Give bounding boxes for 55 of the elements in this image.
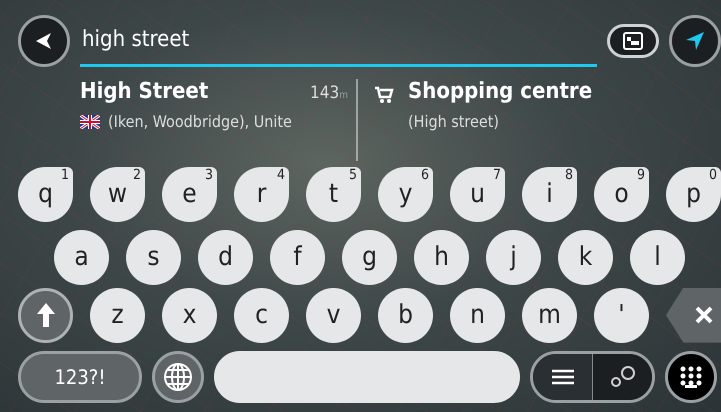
shopping-cart-icon bbox=[374, 85, 394, 105]
keyboard-key[interactable]: u 7 bbox=[450, 166, 505, 222]
keyboard-key[interactable]: y 6 bbox=[378, 166, 433, 222]
keyboard-key[interactable]: j bbox=[486, 230, 541, 285]
keyboard-key[interactable]: c bbox=[234, 288, 289, 343]
keyboard-key[interactable]: g bbox=[342, 230, 397, 285]
keyboard-key[interactable]: n bbox=[450, 288, 505, 343]
keyboard-key[interactable]: k bbox=[558, 230, 613, 285]
keyboard-key[interactable]: t 5 bbox=[306, 166, 361, 222]
keyboard-key[interactable]: m bbox=[522, 288, 577, 343]
distance-label: 143m bbox=[310, 83, 348, 103]
keyboard-key[interactable]: o 9 bbox=[594, 166, 649, 222]
shift-key[interactable] bbox=[18, 288, 73, 343]
navigation-button[interactable] bbox=[669, 15, 721, 67]
globe-icon bbox=[163, 362, 193, 392]
keyboard-key[interactable]: f bbox=[270, 230, 325, 285]
search-result[interactable]: Shopping centre (High street) bbox=[358, 79, 658, 161]
close-icon bbox=[695, 306, 713, 324]
keyboard-key[interactable]: e 3 bbox=[162, 166, 217, 222]
map-icon bbox=[623, 32, 643, 50]
result-address: (Iken, Woodbridge), Unite bbox=[108, 112, 292, 131]
backspace-key[interactable] bbox=[666, 288, 721, 343]
keyboard-key[interactable]: r 4 bbox=[234, 166, 289, 222]
list-view-tab[interactable] bbox=[533, 354, 593, 400]
keyboard-key[interactable]: x bbox=[162, 288, 217, 343]
keyboard-key[interactable]: v bbox=[306, 288, 361, 343]
symbols-key[interactable]: 123?! bbox=[18, 351, 142, 404]
back-button[interactable] bbox=[18, 15, 70, 67]
search-field[interactable]: high street bbox=[80, 15, 597, 67]
result-category: (High street) bbox=[408, 112, 500, 131]
list-icon bbox=[550, 368, 574, 386]
keyboard-key[interactable]: s bbox=[126, 230, 181, 285]
keyboard-key[interactable]: i 8 bbox=[522, 166, 577, 222]
navigation-arrow-icon bbox=[684, 30, 706, 52]
up-arrow-icon bbox=[36, 302, 56, 328]
hide-keyboard-key[interactable] bbox=[665, 351, 717, 404]
keyboard-key[interactable]: w 2 bbox=[90, 166, 145, 222]
keyboard-key[interactable]: b bbox=[378, 288, 433, 343]
map-view-button[interactable] bbox=[607, 24, 659, 58]
keyboard-key[interactable]: ' bbox=[594, 288, 649, 343]
pins-icon bbox=[610, 365, 636, 390]
keyboard-key[interactable]: q 1 bbox=[18, 166, 73, 222]
keyboard-key[interactable]: z bbox=[90, 288, 145, 343]
keyboard-key[interactable]: a bbox=[54, 230, 109, 285]
language-key[interactable] bbox=[152, 351, 204, 404]
keyboard-key[interactable]: h bbox=[414, 230, 469, 285]
flag-icon bbox=[80, 114, 100, 128]
search-result[interactable]: High Street 143m (Iken, Woodbridge), Unite bbox=[80, 79, 358, 161]
keyboard-icon bbox=[678, 364, 704, 390]
result-title: Shopping centre bbox=[408, 79, 592, 104]
keyboard-key[interactable]: p 0 bbox=[666, 166, 721, 222]
result-title: High Street bbox=[80, 79, 208, 104]
keyboard-key[interactable]: l bbox=[630, 230, 685, 285]
keyboard-key[interactable]: d bbox=[198, 230, 253, 285]
space-key[interactable] bbox=[214, 351, 520, 404]
